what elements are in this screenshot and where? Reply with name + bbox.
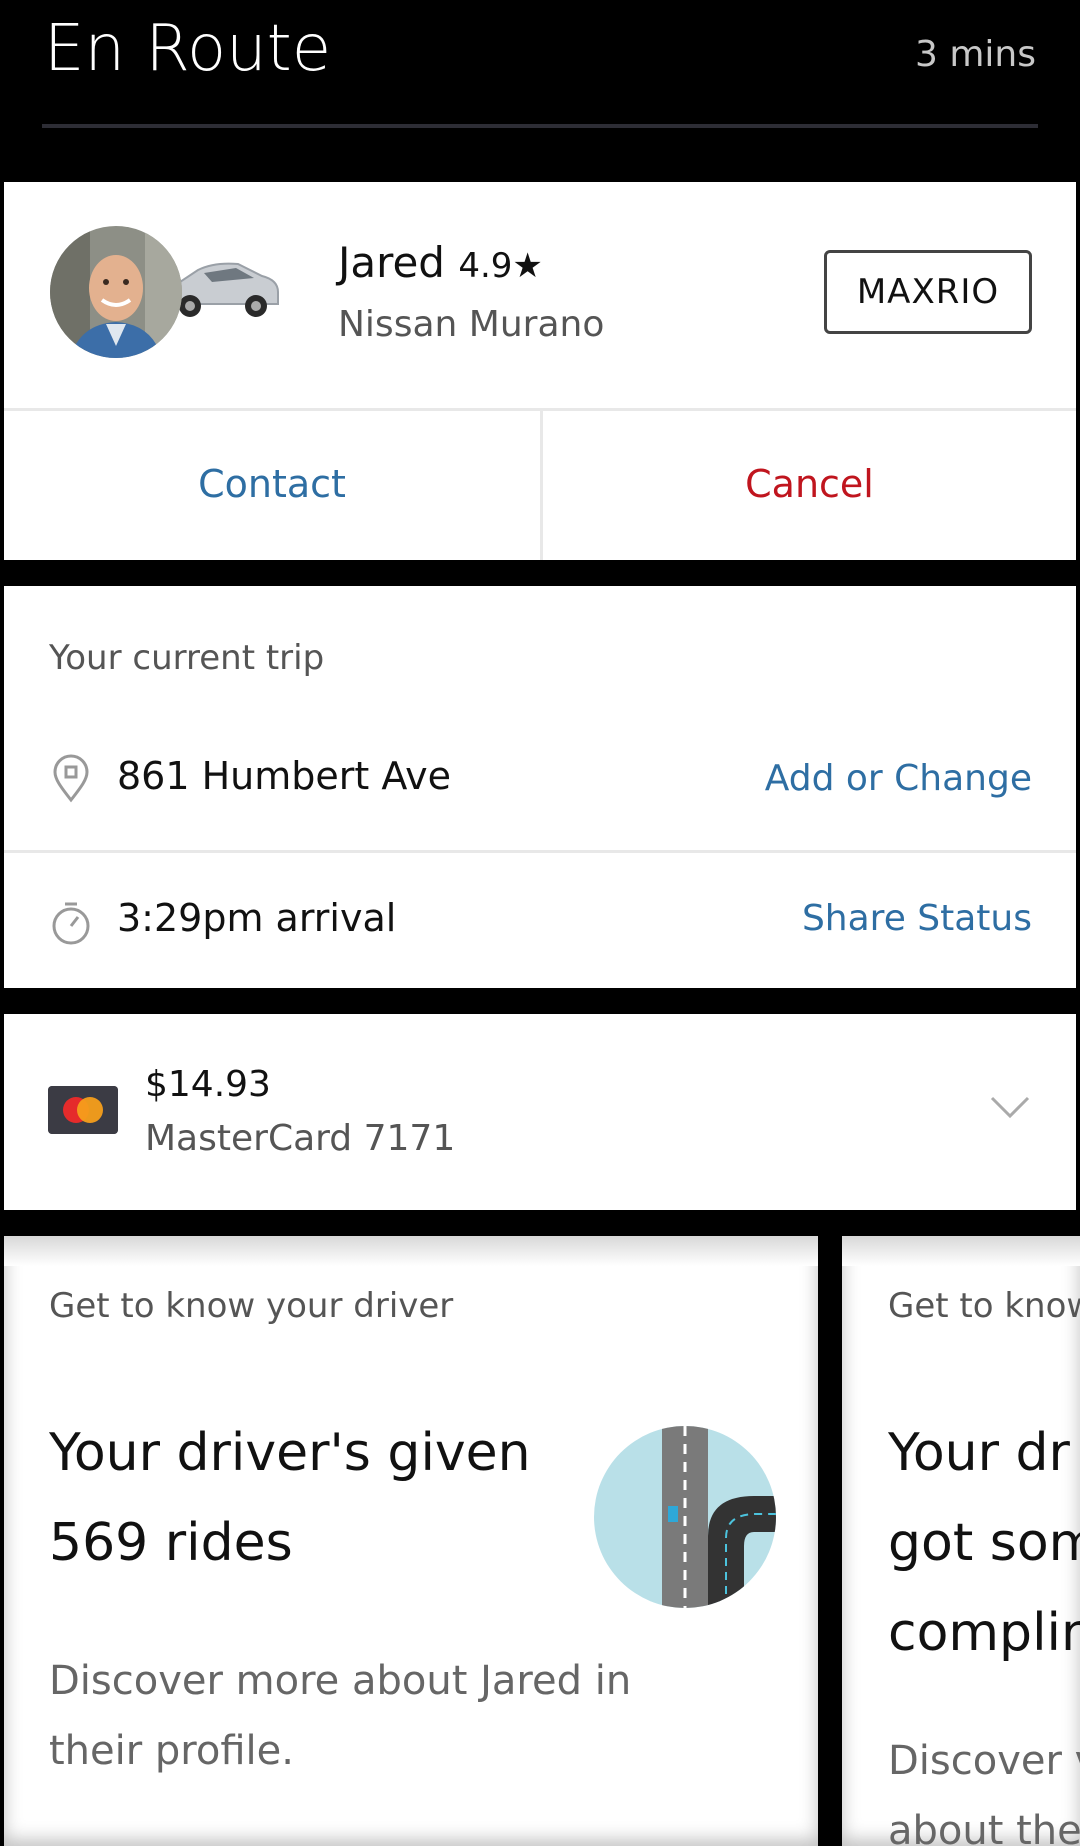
chevron-down-icon[interactable]	[988, 1084, 1032, 1128]
promo-headline-line: Your driver's given	[49, 1423, 531, 1483]
promo-headline-line: complin	[888, 1603, 1080, 1663]
contact-button[interactable]: Contact	[4, 408, 540, 560]
mastercard-icon	[48, 1086, 118, 1134]
promo-headline: Your dr got som complin	[888, 1408, 1080, 1678]
payment-method: MasterCard 7171	[145, 1118, 456, 1159]
cancel-button[interactable]: Cancel	[543, 408, 1076, 560]
location-pin-icon	[53, 754, 89, 803]
driver-rating: 4.9★	[458, 246, 543, 286]
promo-body: Discover v about the	[888, 1726, 1080, 1846]
promo-body: Discover more about Jared in their profi…	[49, 1646, 669, 1786]
add-or-change-link[interactable]: Add or Change	[765, 758, 1032, 799]
promo-body-line: Discover v	[888, 1738, 1080, 1784]
driver-name: Jared	[338, 238, 445, 287]
card-shadow	[842, 1236, 1080, 1266]
card-shadow	[4, 1236, 818, 1266]
promo-kicker: Get to know	[888, 1286, 1080, 1326]
car-model: Nissan Murano	[338, 304, 605, 345]
app-header: En Route 3 mins	[0, 0, 1080, 160]
promo-headline-line: got som	[888, 1513, 1080, 1573]
license-plate: MAXRIO	[824, 250, 1032, 334]
promo-body-line: about the	[888, 1808, 1080, 1846]
arrival-time: 3:29pm arrival	[117, 896, 397, 940]
timer-icon	[52, 902, 90, 945]
share-status-link[interactable]: Share Status	[802, 898, 1032, 939]
driver-avatar[interactable]	[50, 226, 182, 358]
trip-heading: Your current trip	[49, 638, 325, 678]
driver-card: Jared 4.9★ Nissan Murano MAXRIO Contact …	[4, 182, 1076, 560]
driver-promo-card[interactable]: Get to know your driver Your driver's gi…	[4, 1236, 818, 1846]
promo-body-line: Discover more about Jared in	[49, 1658, 632, 1704]
driver-photo	[50, 226, 182, 358]
road-illustration-icon	[594, 1426, 776, 1608]
promo-body-line: their profile.	[49, 1728, 294, 1774]
destination-address: 861 Humbert Ave	[117, 754, 452, 798]
trip-card: Your current trip 861 Humbert Ave Add or…	[4, 586, 1076, 988]
trip-row-divider	[4, 850, 1076, 853]
promo-headline-line: Your dr	[888, 1423, 1070, 1483]
driver-name-line: Jared 4.9★	[338, 238, 543, 287]
promo-headline: Your driver's given 569 rides	[49, 1408, 569, 1588]
fare-amount: $14.93	[145, 1064, 271, 1105]
payment-card[interactable]: $14.93 MasterCard 7171	[4, 1014, 1076, 1210]
page-title: En Route	[44, 12, 332, 86]
promo-kicker: Get to know your driver	[49, 1286, 454, 1326]
compliments-promo-card[interactable]: Get to know Your dr got som complin Disc…	[842, 1236, 1080, 1846]
header-divider	[42, 124, 1038, 128]
promo-headline-line: 569 rides	[49, 1513, 293, 1573]
eta-label: 3 mins	[915, 34, 1036, 75]
